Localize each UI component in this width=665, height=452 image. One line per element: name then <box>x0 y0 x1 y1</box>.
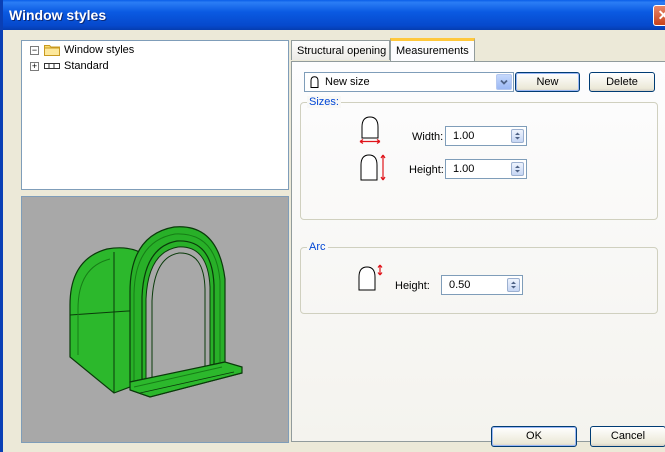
sizes-group: Sizes: Width: 1.00 Height: 1.00 <box>300 96 658 220</box>
tab-structural-opening[interactable]: Structural opening <box>291 40 390 60</box>
expand-icon[interactable]: + <box>30 62 39 71</box>
dialog-window: Window styles ✕ − Window styles + Standa… <box>0 0 665 452</box>
height-arrow-icon <box>360 154 386 181</box>
ok-button[interactable]: OK <box>491 426 577 447</box>
arched-window-model <box>69 226 243 398</box>
tab-label: Measurements <box>396 45 469 57</box>
cancel-button[interactable]: Cancel <box>590 426 665 447</box>
spin-arrows-icon <box>515 132 520 140</box>
collapse-icon[interactable]: − <box>30 46 39 55</box>
tree-item-label: Standard <box>64 60 109 72</box>
width-arrow-icon <box>359 116 381 144</box>
window-style-icon <box>44 63 60 69</box>
size-select-value: New size <box>325 76 370 88</box>
width-label: Width: <box>412 131 444 143</box>
spin-icon[interactable] <box>511 162 524 176</box>
spin-icon[interactable] <box>507 278 520 292</box>
arch-window-icon <box>310 76 319 88</box>
delete-button[interactable]: Delete <box>589 72 655 92</box>
sizes-group-label: Sizes: <box>307 96 341 108</box>
window-title: Window styles <box>9 7 107 23</box>
dialog-client: − Window styles + Standard Structural op… <box>13 30 665 452</box>
chevron-down-icon <box>500 79 508 85</box>
arc-height-label: Height: <box>395 280 430 292</box>
arc-group: Arc Height: 0.50 <box>300 241 658 314</box>
tree-item-label: Window styles <box>64 44 135 56</box>
size-select[interactable]: New size <box>304 72 514 92</box>
width-spinbox[interactable]: 1.00 <box>445 126 527 146</box>
arc-height-spinbox[interactable]: 0.50 <box>441 275 523 295</box>
tab-measurements[interactable]: Measurements <box>390 38 475 61</box>
height-label: Height: <box>409 164 444 176</box>
width-value: 1.00 <box>453 130 475 142</box>
styles-tree[interactable]: − Window styles + Standard <box>21 40 289 190</box>
tab-label: Structural opening <box>297 45 387 57</box>
height-spinbox[interactable]: 1.00 <box>445 159 527 179</box>
arc-group-label: Arc <box>307 241 328 253</box>
title-bar[interactable]: Window styles ✕ <box>3 0 665 30</box>
folder-icon <box>44 45 60 56</box>
close-button[interactable]: ✕ <box>653 5 665 26</box>
spin-arrows-icon <box>515 165 520 173</box>
spin-icon[interactable] <box>511 129 524 143</box>
dropdown-arrow[interactable] <box>496 74 512 90</box>
measurements-panel: New size New Delete Sizes: Width: 1.00 H… <box>291 61 665 442</box>
spin-arrows-icon <box>511 281 516 289</box>
height-value: 1.00 <box>453 163 475 175</box>
arc-height-icon <box>358 264 383 291</box>
window-preview[interactable] <box>21 196 289 443</box>
arc-height-value: 0.50 <box>449 279 471 291</box>
close-icon: ✕ <box>657 7 665 23</box>
new-button[interactable]: New <box>515 72 580 92</box>
